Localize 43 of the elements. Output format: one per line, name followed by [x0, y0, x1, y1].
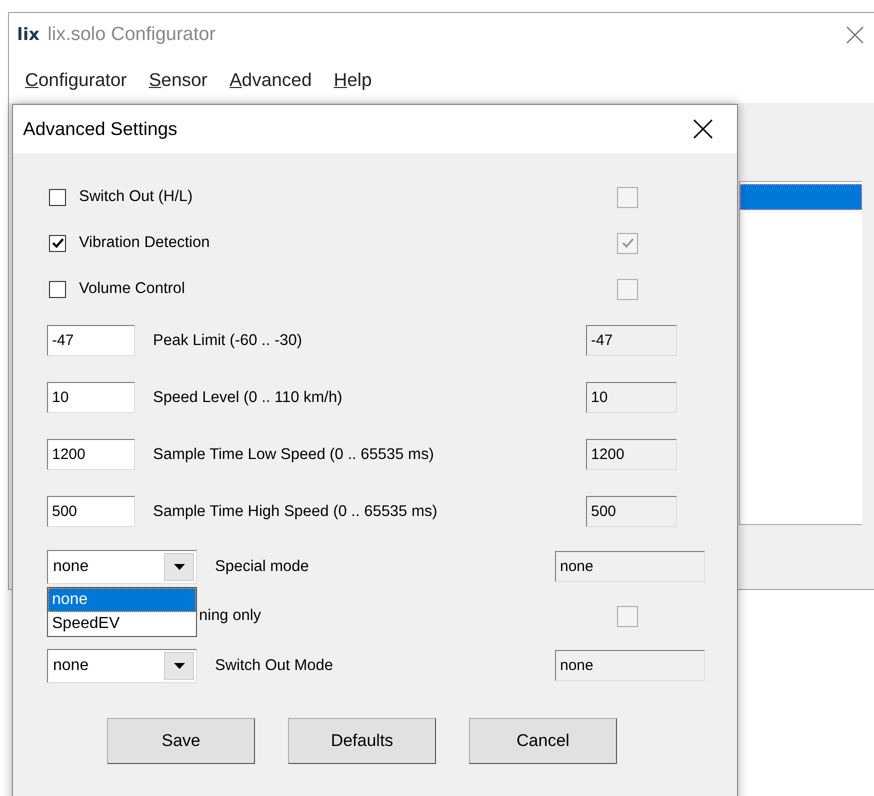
field-label: Sample Time High Speed (0 .. 65535 ms) [153, 502, 438, 520]
option-label: Volume Control [79, 280, 185, 298]
readout-field: none [555, 551, 705, 582]
readout-field: 1200 [586, 439, 677, 470]
readout-field: 10 [586, 382, 677, 413]
menu-item[interactable]: Sensor [148, 69, 208, 91]
input-field[interactable]: -47 [47, 325, 135, 356]
field-label: Switch Out Mode [215, 656, 334, 674]
dropdown[interactable]: none [47, 648, 197, 682]
window-title: lix.solo Configurator [48, 24, 216, 46]
checkbox[interactable] [49, 280, 66, 298]
input-field[interactable]: 500 [47, 496, 135, 527]
close-icon[interactable] [693, 119, 713, 139]
checkbox[interactable] [49, 188, 66, 206]
field-label: Sample Time Low Speed (0 .. 65535 ms) [153, 446, 434, 464]
menu-item[interactable]: Help [334, 69, 372, 91]
option-label: Switch Out (H/L) [79, 188, 193, 206]
input-field[interactable]: 1200 [47, 439, 135, 470]
checkbox[interactable] [49, 234, 66, 252]
dropdown-option[interactable]: none [48, 588, 196, 612]
readout-field: none [555, 650, 705, 681]
menu-item[interactable]: Advanced [229, 69, 312, 91]
field-label: Special mode [215, 558, 309, 576]
menu-item[interactable]: Configurator [25, 69, 127, 91]
check-icon [50, 236, 64, 250]
readout-field: -47 [586, 325, 677, 356]
field-label: Peak Limit (-60 .. -30) [153, 332, 302, 350]
check-icon [620, 236, 634, 250]
list-box[interactable] [739, 181, 862, 525]
dialog-button[interactable]: Defaults [288, 718, 436, 764]
dialog-button[interactable]: Cancel [469, 718, 617, 764]
field-label: Speed Level (0 .. 110 km/h) [153, 388, 342, 406]
dropdown-option[interactable]: SpeedEV [48, 612, 196, 636]
app-logo: lix [17, 25, 40, 45]
readout-field: 500 [586, 496, 677, 527]
option-label: ning only [199, 607, 262, 625]
input-field[interactable]: 10 [47, 382, 135, 413]
dropdown[interactable]: none [47, 550, 197, 584]
option-label: Vibration Detection [79, 234, 210, 252]
dialog-button[interactable]: Save [107, 718, 255, 764]
caret-icon [174, 662, 184, 668]
caret-icon [174, 564, 184, 570]
dialog-title: Advanced Settings [23, 118, 178, 140]
